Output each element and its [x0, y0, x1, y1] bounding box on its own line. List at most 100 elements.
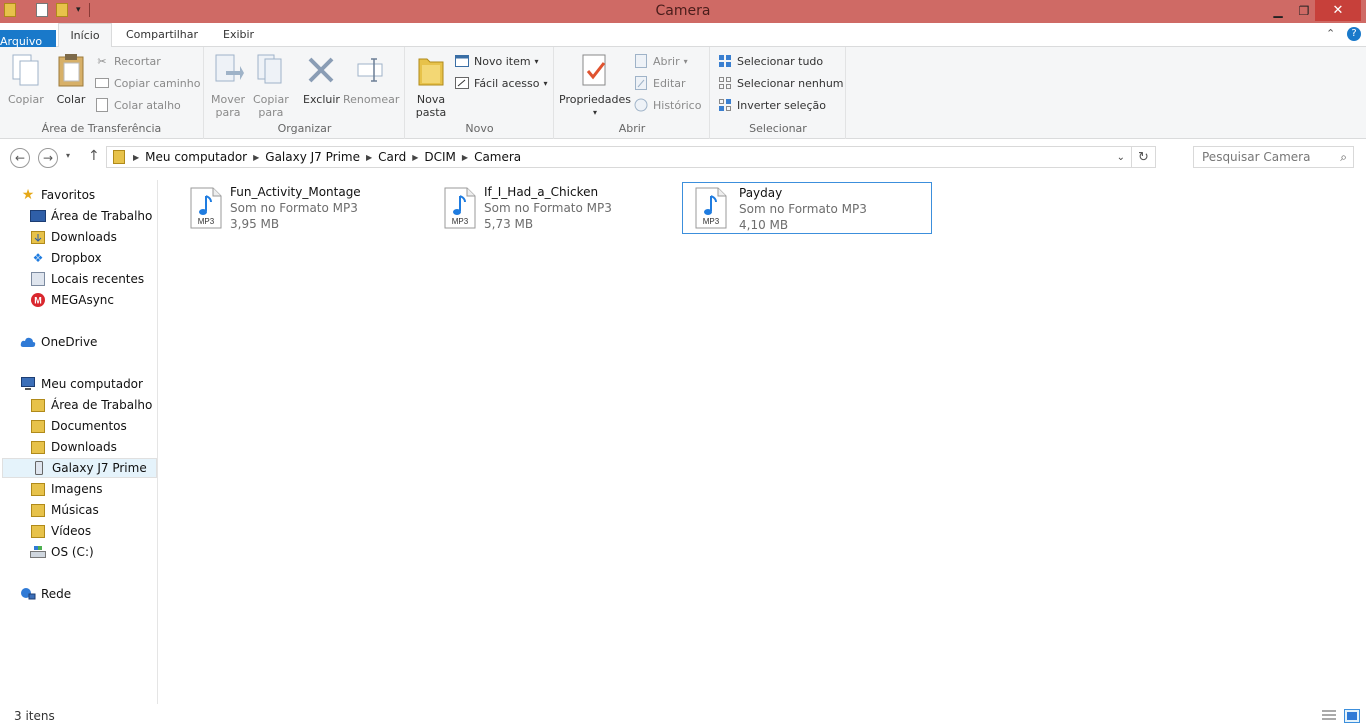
recent-locations-dropdown-icon[interactable]: ▾ — [66, 151, 70, 160]
breadcrumb-dcim[interactable]: DCIM — [424, 150, 456, 164]
rename-icon — [354, 51, 388, 89]
open-button[interactable]: Abrir ▾ — [633, 51, 688, 71]
details-view-icon[interactable] — [1322, 709, 1338, 723]
nav-pc-videos[interactable]: Vídeos — [30, 521, 91, 541]
easy-access-button[interactable]: Fácil acesso ▾ — [454, 73, 547, 93]
nav-pc-desktop-label: Área de Trabalho — [51, 398, 153, 412]
paste-label: Colar — [56, 93, 86, 106]
clipboard-group: Copiar Colar ✂ Recortar Copiar caminho Co… — [0, 47, 204, 139]
delete-button[interactable]: Excluir — [303, 51, 340, 106]
file-item-selected[interactable]: MP3 Payday Som no Formato MP3 4,10 MB — [682, 182, 932, 234]
copy-button[interactable]: Copiar — [8, 51, 44, 106]
nav-network[interactable]: Rede — [20, 584, 71, 604]
mp3-file-icon: MP3 — [182, 182, 230, 234]
new-item-button[interactable]: Novo item ▾ — [454, 51, 539, 71]
file-list: MP3 Fun_Activity_Montage Som no Formato … — [160, 175, 1366, 705]
nav-pc-drive-c[interactable]: OS (C:) — [30, 542, 94, 562]
edit-button[interactable]: Editar — [633, 73, 686, 93]
tab-inicio[interactable]: Início — [58, 23, 112, 48]
breadcrumb-card[interactable]: Card — [378, 150, 406, 164]
paste-shortcut-icon — [94, 97, 110, 113]
nav-onedrive[interactable]: OneDrive — [20, 332, 97, 352]
chevron-right-icon: ▶ — [412, 152, 419, 162]
file-size: 5,73 MB — [484, 217, 534, 231]
paste-shortcut-button[interactable]: Colar atalho — [94, 95, 181, 115]
search-icon[interactable]: ⌕ — [1340, 150, 1347, 165]
nav-favorites-label: Favoritos — [41, 188, 96, 202]
nav-pc-documents[interactable]: Documentos — [30, 416, 127, 436]
new-folder-icon — [414, 51, 448, 89]
breadcrumb-camera[interactable]: Camera — [474, 150, 521, 164]
move-to-button[interactable]: Mover para — [211, 51, 245, 119]
cut-button[interactable]: ✂ Recortar — [94, 51, 160, 71]
mp3-icon-text: MP3 — [452, 217, 469, 226]
breadcrumb-galaxy-j7-prime[interactable]: Galaxy J7 Prime — [265, 150, 360, 164]
breadcrumb-meu-computador[interactable]: Meu computador — [145, 150, 247, 164]
select-all-button[interactable]: Selecionar tudo — [717, 51, 823, 71]
delete-x-icon — [304, 51, 338, 89]
maximize-button[interactable]: ❐ — [1290, 0, 1318, 21]
select-all-icon — [717, 53, 733, 69]
nav-favorites[interactable]: ★ Favoritos — [20, 185, 95, 205]
file-type: Som no Formato MP3 — [739, 202, 867, 216]
copy-path-button[interactable]: Copiar caminho — [94, 73, 200, 93]
mp3-file-icon: MP3 — [683, 183, 739, 233]
properties-label: Propriedades — [559, 93, 631, 106]
nav-fav-downloads[interactable]: Downloads — [30, 227, 117, 247]
close-button[interactable]: ✕ — [1315, 0, 1361, 21]
search-box[interactable]: Pesquisar Camera ⌕ — [1193, 146, 1354, 168]
copy-path-icon — [94, 75, 110, 91]
nav-pc-drive-c-label: OS (C:) — [51, 545, 94, 559]
nav-pc-downloads[interactable]: Downloads — [30, 437, 117, 457]
properties-check-icon — [578, 51, 612, 89]
new-folder-label-1: Nova — [416, 93, 446, 106]
rename-button[interactable]: Renomear — [343, 51, 399, 106]
nav-pc-music[interactable]: Músicas — [30, 500, 99, 520]
tab-compartilhar[interactable]: Compartilhar — [118, 23, 206, 47]
nav-fav-megasync-label: MEGAsync — [51, 293, 114, 307]
copy-to-label-1: Copiar — [253, 93, 289, 106]
nav-computer[interactable]: Meu computador — [20, 374, 143, 394]
nav-pc-music-label: Músicas — [51, 503, 99, 517]
properties-button[interactable]: Propriedades ▾ — [559, 51, 631, 119]
copy-to-button[interactable]: Copiar para — [253, 51, 289, 119]
invert-selection-button[interactable]: Inverter seleção — [717, 95, 826, 115]
file-item[interactable]: MP3 If_I_Had_a_Chicken Som no Formato MP… — [436, 182, 686, 234]
nav-fav-desktop[interactable]: Área de Trabalho — [30, 206, 152, 226]
new-item-icon — [454, 53, 470, 69]
paste-shortcut-label: Colar atalho — [114, 98, 181, 112]
new-folder-button[interactable]: Nova pasta — [414, 51, 448, 119]
nav-pc-images-label: Imagens — [51, 482, 103, 496]
paste-icon — [54, 51, 88, 89]
tab-exibir[interactable]: Exibir — [215, 23, 262, 47]
new-item-dropdown-icon: ▾ — [534, 56, 539, 66]
nav-fav-megasync[interactable]: M MEGAsync — [30, 290, 114, 310]
address-bar[interactable]: ▶ Meu computador ▶ Galaxy J7 Prime ▶ Car… — [106, 146, 1156, 168]
nav-pc-galaxy-label: Galaxy J7 Prime — [52, 461, 147, 475]
forward-arrow-icon[interactable]: → — [38, 148, 58, 168]
history-button[interactable]: Histórico — [633, 95, 701, 115]
nav-pc-documents-label: Documentos — [51, 419, 127, 433]
select-none-button[interactable]: Selecionar nenhum — [717, 73, 844, 93]
up-arrow-icon[interactable]: ↑ — [88, 148, 100, 164]
refresh-icon[interactable]: ↻ — [1131, 147, 1155, 167]
file-name: Payday — [739, 186, 783, 200]
nav-fav-recent[interactable]: Locais recentes — [30, 269, 144, 289]
address-dropdown-icon[interactable]: ⌄ — [1117, 152, 1125, 163]
nav-pc-images[interactable]: Imagens — [30, 479, 102, 499]
chevron-right-icon: ▶ — [461, 152, 469, 162]
help-icon[interactable]: ? — [1347, 27, 1361, 41]
nav-pc-desktop[interactable]: Área de Trabalho — [30, 395, 152, 415]
back-arrow-icon[interactable]: ← — [10, 148, 30, 168]
easy-access-dropdown-icon: ▾ — [543, 78, 548, 88]
ribbon-tabs: Arquivo Início Compartilhar Exibir ⌃ ? — [0, 23, 1366, 82]
paste-button[interactable]: Colar — [54, 51, 88, 106]
nav-pc-galaxy[interactable]: Galaxy J7 Prime — [2, 458, 157, 478]
minimize-ribbon-icon[interactable]: ⌃ — [1326, 27, 1335, 40]
minimize-button[interactable]: ▁ — [1264, 0, 1292, 21]
downloads-folder-icon — [30, 229, 46, 245]
desktop-icon — [30, 208, 46, 224]
file-item[interactable]: MP3 Fun_Activity_Montage Som no Formato … — [182, 182, 432, 234]
nav-fav-dropbox[interactable]: ❖ Dropbox — [30, 248, 102, 268]
large-icons-view-icon[interactable] — [1344, 709, 1360, 723]
